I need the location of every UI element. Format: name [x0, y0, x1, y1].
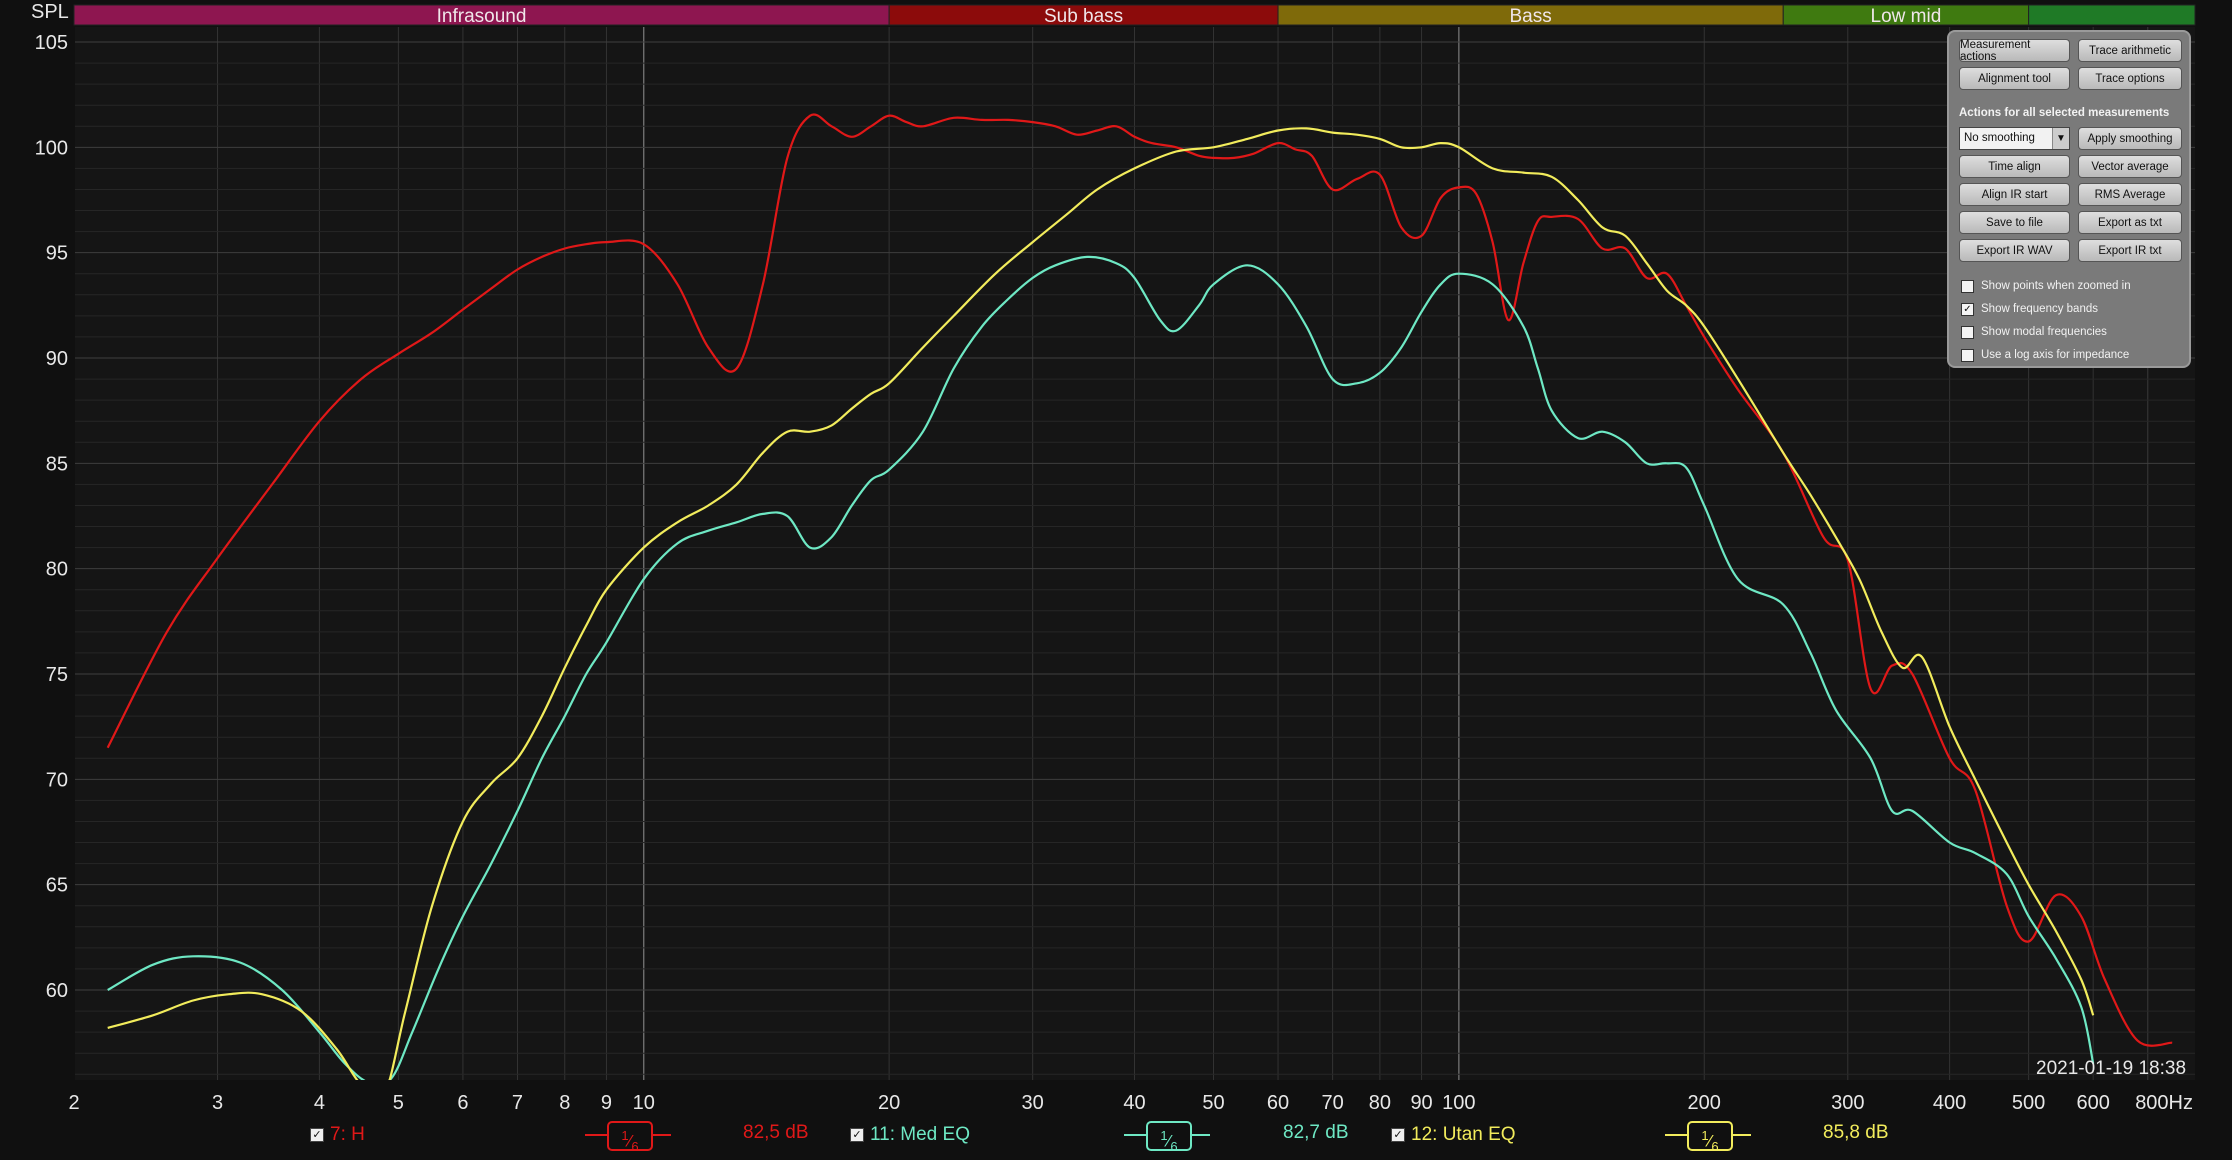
- spl-chart[interactable]: Infrasound Sub bass Bass Low mid 6065707580…: [0, 0, 2232, 1155]
- x-tick-label: 800Hz: [2135, 1092, 2193, 1114]
- y-tick-label: 70: [46, 769, 68, 791]
- legend-item-h[interactable]: ✓ 7: H: [310, 1122, 365, 1148]
- time-align-button[interactable]: Time align: [1959, 155, 2070, 178]
- show-points-checkbox[interactable]: Show points when zoomed in: [1961, 278, 2131, 294]
- checkbox-box[interactable]: [1961, 279, 1974, 293]
- x-tick-label: 400: [1933, 1092, 1966, 1114]
- vector-average-button[interactable]: Vector average: [2078, 155, 2182, 178]
- checkbox-label: Show frequency bands: [1981, 303, 2098, 315]
- legend-label: 11: Med EQ: [870, 1124, 970, 1145]
- trace-options-button[interactable]: Trace options: [2078, 67, 2182, 90]
- x-tick-label: 5: [393, 1092, 404, 1114]
- y-tick-label: 80: [46, 559, 68, 581]
- smoothing-value: 1⁄6: [607, 1121, 653, 1154]
- save-to-file-button[interactable]: Save to file: [1959, 211, 2070, 234]
- y-axis-label: SPL: [31, 1, 69, 23]
- show-modal-frequencies-checkbox[interactable]: Show modal frequencies: [1961, 324, 2107, 340]
- x-tick-label: 9: [601, 1092, 612, 1114]
- checkbox-label: Show modal frequencies: [1981, 326, 2107, 338]
- legend-level: 85,8 dB: [1823, 1122, 1889, 1143]
- control-panel: Measurement actions Trace arithmetic Ali…: [1947, 30, 2191, 368]
- smoothing-indicator[interactable]: 1⁄6: [1124, 1121, 1210, 1154]
- smoothing-value: 1⁄6: [1146, 1121, 1192, 1154]
- x-tick-label: 200: [1688, 1092, 1721, 1114]
- x-tick-label: 60: [1267, 1092, 1289, 1114]
- y-tick-label: 100: [35, 137, 68, 159]
- x-tick-label: 8: [559, 1092, 570, 1114]
- y-tick-label: 95: [46, 243, 68, 265]
- y-tick-label: 65: [46, 875, 68, 897]
- x-tick-label: 20: [878, 1092, 900, 1114]
- measurement-actions-button[interactable]: Measurement actions: [1959, 39, 2070, 63]
- x-tick-label: 2: [68, 1092, 79, 1114]
- x-tick-label: 10: [633, 1092, 655, 1114]
- band-label: Bass: [1510, 6, 1552, 27]
- export-ir-txt-button[interactable]: Export IR txt: [2078, 239, 2182, 262]
- export-as-txt-button[interactable]: Export as txt: [2078, 211, 2182, 234]
- x-tick-label: 300: [1831, 1092, 1864, 1114]
- x-tick-label: 80: [1369, 1092, 1391, 1114]
- x-tick-label: 600: [2076, 1092, 2109, 1114]
- timestamp: 2021-01-19 18:38: [2036, 1058, 2187, 1079]
- x-tick-label: 3: [212, 1092, 223, 1114]
- y-tick-label: 75: [46, 664, 68, 686]
- apply-smoothing-button[interactable]: Apply smoothing: [2078, 127, 2182, 150]
- rms-average-button[interactable]: RMS Average: [2078, 183, 2182, 206]
- legend-checkbox[interactable]: ✓: [310, 1128, 324, 1142]
- band-label: Infrasound: [437, 6, 527, 27]
- x-tick-label: 500: [2012, 1092, 2045, 1114]
- x-tick-label: 4: [314, 1092, 325, 1114]
- legend-checkbox[interactable]: ✓: [1391, 1128, 1405, 1142]
- y-tick-label: 90: [46, 348, 68, 370]
- smoothing-select-value: No smoothing: [1964, 132, 2035, 144]
- x-tick-label: 100: [1442, 1092, 1475, 1114]
- alignment-tool-button[interactable]: Alignment tool: [1959, 67, 2070, 90]
- band-label: Low mid: [1871, 6, 1942, 27]
- x-tick-label: 40: [1123, 1092, 1145, 1114]
- legend-label: 7: H: [330, 1124, 365, 1145]
- x-tick-label: 30: [1022, 1092, 1044, 1114]
- dropdown-arrow-icon[interactable]: ▼: [2052, 128, 2069, 149]
- export-ir-wav-button[interactable]: Export IR WAV: [1959, 239, 2070, 262]
- legend-label: 12: Utan EQ: [1411, 1124, 1516, 1145]
- x-tick-label: 7: [512, 1092, 523, 1114]
- checkbox-label: Use a log axis for impedance: [1981, 349, 2130, 361]
- y-tick-label: 85: [46, 453, 68, 475]
- selected-measurements-label: Actions for all selected measurements: [1959, 107, 2170, 119]
- x-tick-label: 90: [1410, 1092, 1432, 1114]
- band-unnamed: [2028, 4, 2196, 26]
- band-label: Sub bass: [1044, 6, 1123, 27]
- legend-level: 82,5 dB: [743, 1122, 809, 1143]
- y-tick-label: 105: [35, 32, 68, 54]
- legend-item-utan-eq[interactable]: ✓ 12: Utan EQ: [1391, 1122, 1516, 1148]
- y-tick-label: 60: [46, 980, 68, 1002]
- checkbox-box[interactable]: [1961, 348, 1974, 362]
- x-tick-label: 6: [457, 1092, 468, 1114]
- y-axis-ticks: 60 65 70 75 80 85 90 95 100 105: [35, 32, 68, 1002]
- legend-level: 82,7 dB: [1283, 1122, 1349, 1143]
- x-axis-ticks: 2 3 4 5 6 7 8 9 10 20 30 40 50 60 70 80 90 100 200 300 400 50…: [68, 1092, 2193, 1114]
- smoothing-indicator[interactable]: 1⁄6: [585, 1121, 671, 1154]
- show-frequency-bands-checkbox[interactable]: ✓ Show frequency bands: [1961, 301, 2098, 317]
- checkbox-box[interactable]: [1961, 325, 1974, 339]
- legend-item-med-eq[interactable]: ✓ 11: Med EQ: [850, 1122, 970, 1148]
- x-tick-label: 70: [1321, 1092, 1343, 1114]
- smoothing-select[interactable]: No smoothing ▼: [1959, 127, 2070, 150]
- align-ir-start-button[interactable]: Align IR start: [1959, 183, 2070, 206]
- smoothing-indicator[interactable]: 1⁄6: [1665, 1121, 1751, 1154]
- log-axis-impedance-checkbox[interactable]: Use a log axis for impedance: [1961, 347, 2129, 363]
- smoothing-value: 1⁄6: [1687, 1121, 1733, 1154]
- checkbox-label: Show points when zoomed in: [1981, 280, 2131, 292]
- checkbox-box-checked[interactable]: ✓: [1961, 302, 1974, 316]
- legend-checkbox[interactable]: ✓: [850, 1128, 864, 1142]
- x-tick-label: 50: [1202, 1092, 1224, 1114]
- trace-arithmetic-button[interactable]: Trace arithmetic: [2078, 39, 2182, 62]
